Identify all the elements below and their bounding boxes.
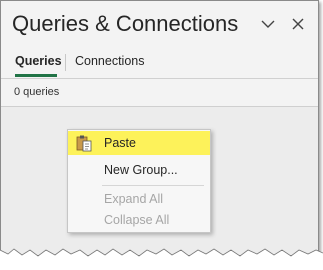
menu-item-label: Expand All [104,192,164,206]
menu-item-collapse-all: Collapse All [68,208,210,232]
query-count: 0 queries [14,86,60,98]
torn-edge-decoration [0,248,323,270]
menu-item-paste[interactable]: Paste [68,131,210,155]
collapse-pane-button[interactable] [259,15,277,33]
tab-queries[interactable]: Queries [15,54,62,68]
menu-item-label: Paste [104,136,136,150]
queries-connections-pane: Queries & Connections Queries Connection… [0,0,319,256]
menu-separator [102,185,204,186]
close-pane-button[interactable] [289,15,307,33]
context-menu: Paste New Group... Expand All Collapse A… [67,129,211,233]
pane-header: Queries & Connections [1,1,318,47]
menu-item-new-group[interactable]: New Group... [68,158,210,182]
tab-connections[interactable]: Connections [75,54,145,68]
query-count-row: 0 queries [1,79,318,107]
chevron-down-icon [261,20,275,28]
paste-icon [76,135,92,152]
menu-item-label: Collapse All [104,213,170,227]
menu-item-label: New Group... [104,163,178,177]
pane-title: Queries & Connections [12,11,239,36]
active-tab-indicator [15,74,57,77]
tab-bar: Queries Connections [1,47,318,79]
tab-divider [65,54,66,71]
close-icon [292,18,304,30]
